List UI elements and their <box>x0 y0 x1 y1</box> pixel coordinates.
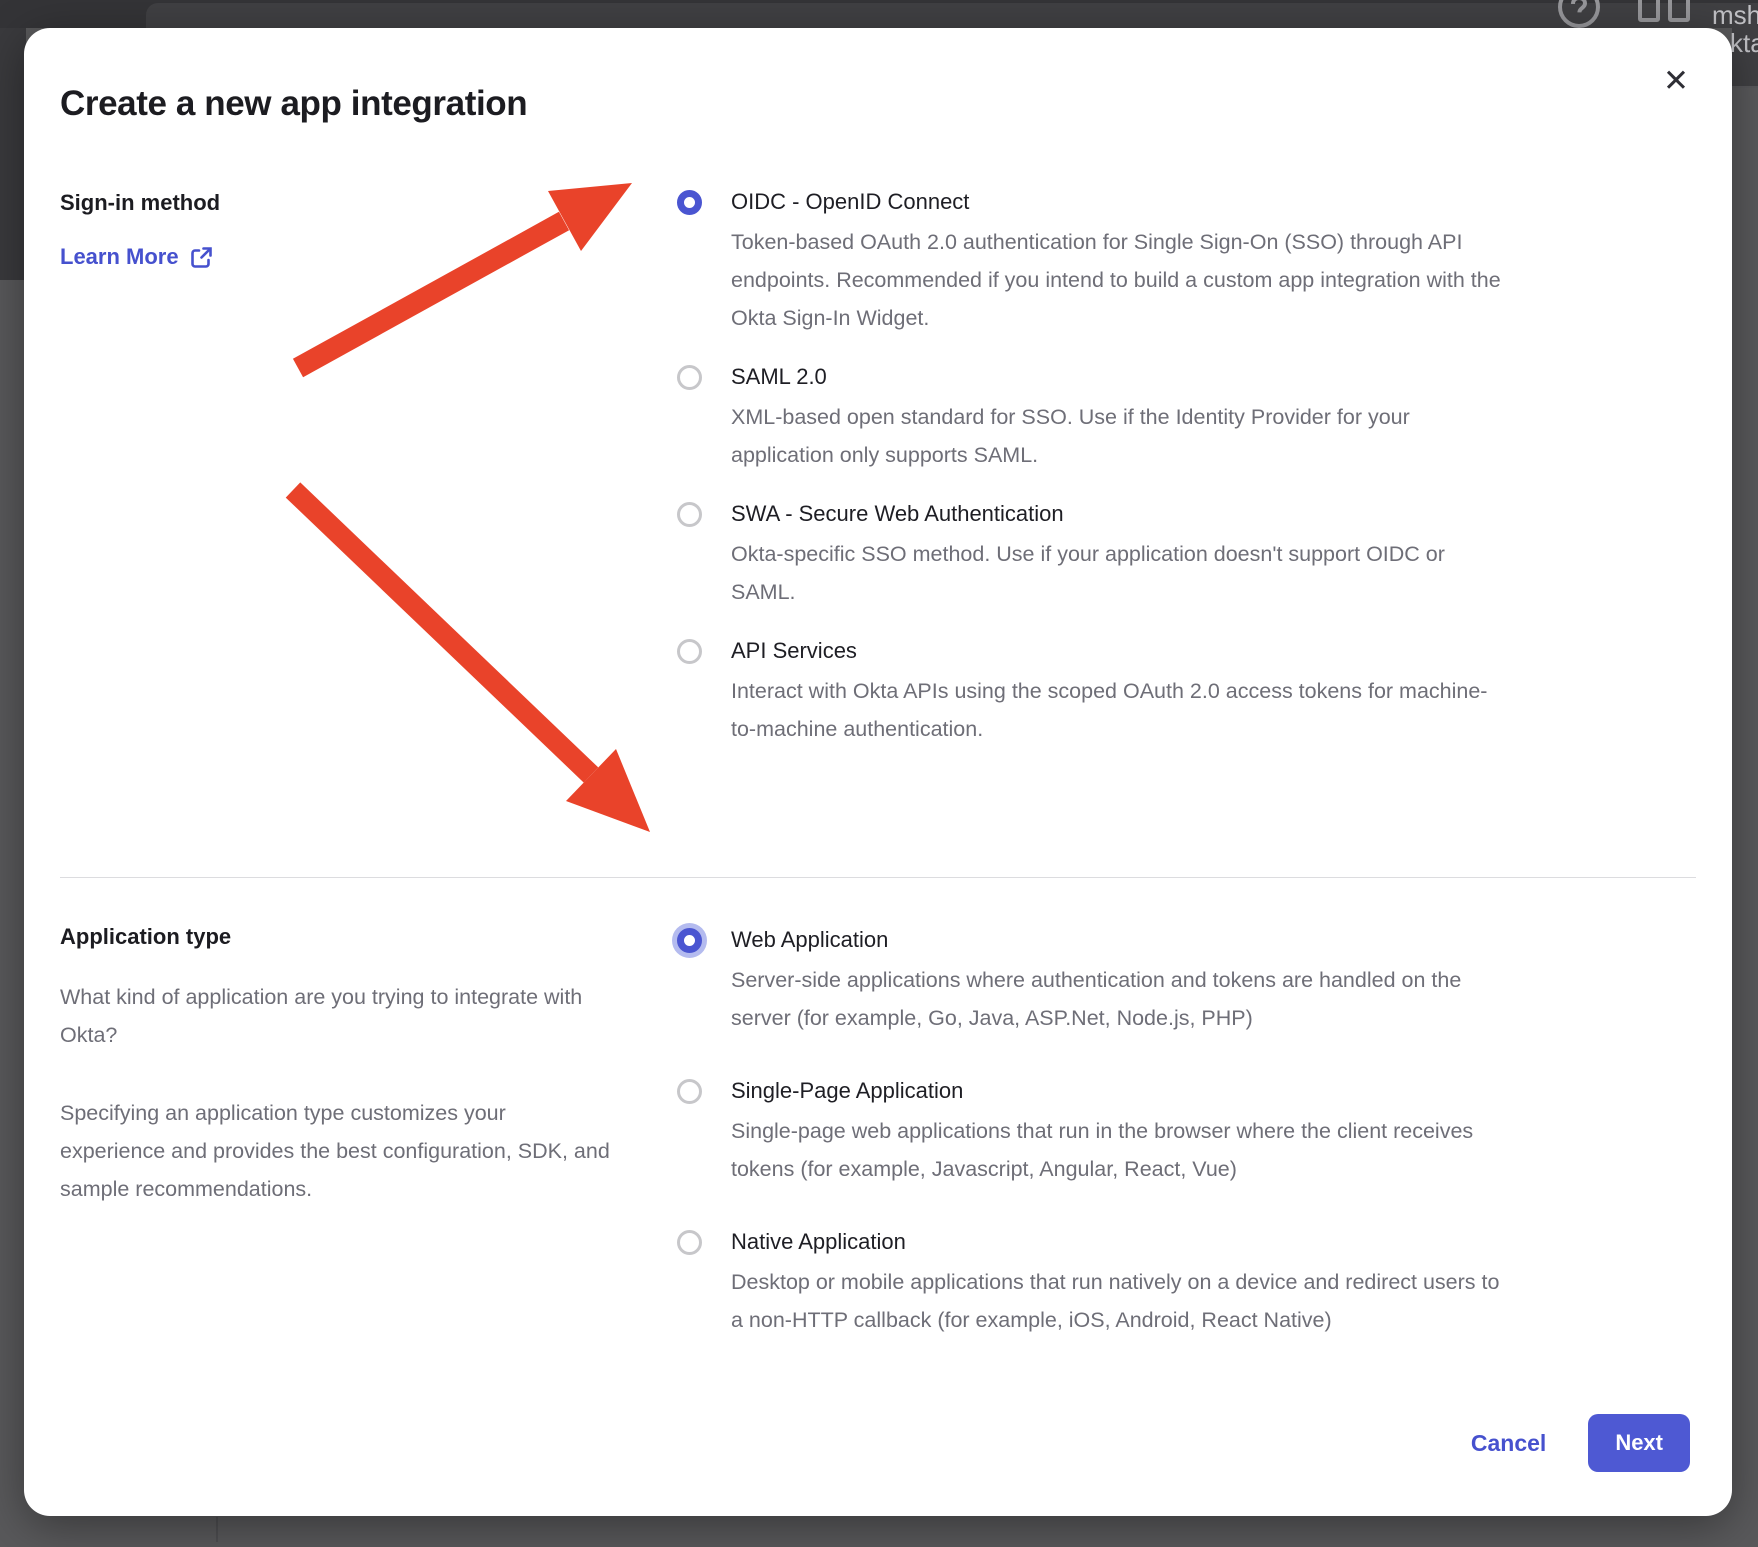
radio-option-swa[interactable]: SWA - Secure Web Authentication Okta-spe… <box>677 498 1509 611</box>
signin-method-options: OIDC - OpenID Connect Token-based OAuth … <box>677 186 1509 772</box>
background-card-edge <box>146 3 1758 28</box>
section-divider <box>60 877 1696 878</box>
option-description: Interact with Okta APIs using the scoped… <box>731 672 1509 748</box>
radio-selected-icon[interactable] <box>677 928 702 953</box>
option-description: Single-page web applications that run in… <box>731 1112 1509 1188</box>
learn-more-link[interactable]: Learn More <box>60 244 213 270</box>
next-button[interactable]: Next <box>1588 1414 1690 1472</box>
option-label: SWA - Secure Web Authentication <box>731 498 1509 530</box>
option-label: Native Application <box>731 1226 1509 1258</box>
signin-method-heading: Sign-in method <box>60 190 620 216</box>
option-description: Okta-specific SSO method. Use if your ap… <box>731 535 1509 611</box>
background-sidebar-divider <box>216 1517 218 1542</box>
cancel-button[interactable]: Cancel <box>1471 1430 1546 1457</box>
account-text-fragment: kta <box>1730 28 1758 59</box>
radio-selected-icon[interactable] <box>677 190 702 215</box>
application-type-section: Application type What kind of applicatio… <box>60 924 616 1208</box>
option-description: Server-side applications where authentic… <box>731 961 1509 1037</box>
radio-option-saml[interactable]: SAML 2.0 XML-based open standard for SSO… <box>677 361 1509 474</box>
application-type-options: Web Application Server-side applications… <box>677 924 1509 1377</box>
option-label: SAML 2.0 <box>731 361 1509 393</box>
option-description: XML-based open standard for SSO. Use if … <box>731 398 1509 474</box>
close-icon[interactable]: ✕ <box>1656 60 1696 100</box>
option-label: Web Application <box>731 924 1509 956</box>
learn-more-label: Learn More <box>60 244 179 270</box>
radio-option-api-services[interactable]: API Services Interact with Okta APIs usi… <box>677 635 1509 748</box>
external-link-icon <box>190 246 213 269</box>
create-app-integration-modal: ✕ Create a new app integration Sign-in m… <box>24 28 1732 1516</box>
radio-unselected-icon[interactable] <box>677 1230 702 1255</box>
application-type-question: What kind of application are you trying … <box>60 978 616 1054</box>
option-label: API Services <box>731 635 1509 667</box>
signin-method-section: Sign-in method Learn More <box>60 190 620 270</box>
option-label: OIDC - OpenID Connect <box>731 186 1509 218</box>
application-type-explanation: Specifying an application type customize… <box>60 1094 616 1208</box>
apps-grid-icon <box>1638 0 1690 22</box>
radio-unselected-icon[interactable] <box>677 365 702 390</box>
radio-unselected-icon[interactable] <box>677 639 702 664</box>
account-text-fragment: msh <box>1712 0 1758 31</box>
radio-option-web-application[interactable]: Web Application Server-side applications… <box>677 924 1509 1037</box>
page-title: Create a new app integration <box>60 84 527 124</box>
modal-footer: Cancel Next <box>1471 1414 1690 1472</box>
option-description: Desktop or mobile applications that run … <box>731 1263 1509 1339</box>
background-left-strip <box>0 28 26 280</box>
option-label: Single-Page Application <box>731 1075 1509 1107</box>
application-type-heading: Application type <box>60 924 616 950</box>
radio-option-oidc[interactable]: OIDC - OpenID Connect Token-based OAuth … <box>677 186 1509 337</box>
option-description: Token-based OAuth 2.0 authentication for… <box>731 223 1509 337</box>
radio-unselected-icon[interactable] <box>677 502 702 527</box>
radio-unselected-icon[interactable] <box>677 1079 702 1104</box>
radio-option-native-application[interactable]: Native Application Desktop or mobile app… <box>677 1226 1509 1339</box>
radio-option-single-page-application[interactable]: Single-Page Application Single-page web … <box>677 1075 1509 1188</box>
